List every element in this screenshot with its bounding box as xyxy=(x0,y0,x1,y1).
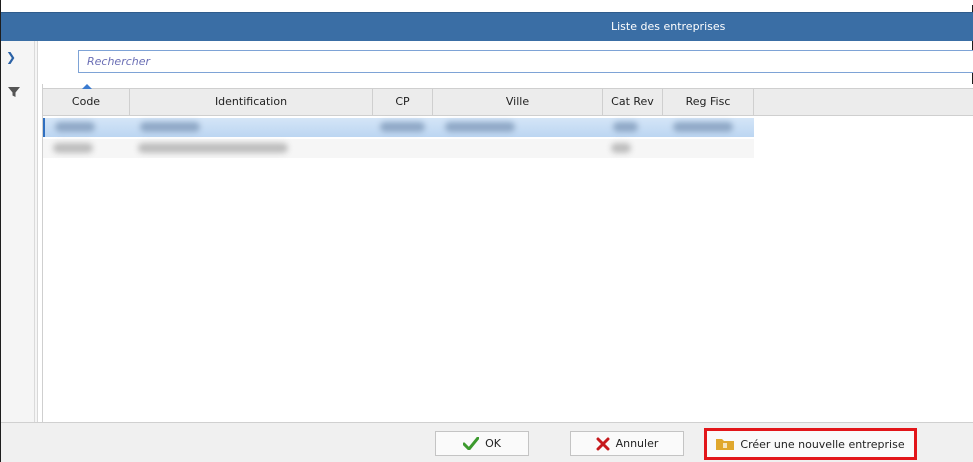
search-input[interactable] xyxy=(78,50,973,73)
table-row[interactable] xyxy=(43,139,754,158)
title-bar: Liste des entreprises xyxy=(1,12,973,41)
column-header-code[interactable]: Code xyxy=(43,84,130,115)
blurred-cell xyxy=(613,122,638,132)
folder-icon xyxy=(716,439,735,450)
cancel-button[interactable]: Annuler xyxy=(570,431,684,456)
ok-button-label: OK xyxy=(485,437,501,450)
blurred-cell xyxy=(55,122,95,132)
window-top-strip xyxy=(1,0,973,5)
window-title: Liste des entreprises xyxy=(611,20,726,33)
blurred-cell xyxy=(138,143,288,153)
cancel-button-label: Annuler xyxy=(615,437,659,450)
blurred-cell xyxy=(140,122,200,132)
column-header-label: Reg Fisc xyxy=(685,95,731,108)
left-rail: ❯ xyxy=(1,41,38,422)
column-header-identification[interactable]: Identification xyxy=(130,89,373,115)
column-header-label: CP xyxy=(395,95,410,108)
grid-header: Code Identification CP Ville Cat Rev Reg… xyxy=(43,84,973,116)
blurred-cell xyxy=(445,122,515,132)
blurred-cell xyxy=(673,122,733,132)
column-header-label: Cat Rev xyxy=(611,95,654,108)
chevron-right-icon[interactable]: ❯ xyxy=(6,50,20,64)
company-list-window: Liste des entreprises ❯ Code Identificat… xyxy=(0,0,973,462)
blurred-cell xyxy=(53,143,93,153)
column-header-cp[interactable]: CP xyxy=(373,89,433,115)
blurred-cell xyxy=(380,122,425,132)
x-icon xyxy=(596,437,610,450)
column-header-ville[interactable]: Ville xyxy=(433,89,603,115)
column-header-reg-fisc[interactable]: Reg Fisc xyxy=(663,89,754,115)
button-bar: OK Annuler Créer une nouvelle entreprise xyxy=(1,422,973,462)
sort-ascending-icon xyxy=(82,84,92,89)
create-company-button[interactable]: Créer une nouvelle entreprise xyxy=(704,428,917,460)
column-header-label: Ville xyxy=(505,95,530,108)
rail-divider xyxy=(34,41,35,422)
company-grid: Code Identification CP Ville Cat Rev Reg… xyxy=(42,84,973,422)
blurred-cell xyxy=(611,143,631,153)
column-header-label: Code xyxy=(71,95,101,108)
check-icon xyxy=(463,437,480,450)
column-header-cat-rev[interactable]: Cat Rev xyxy=(603,89,663,115)
ok-button[interactable]: OK xyxy=(435,431,529,456)
create-company-button-label: Créer une nouvelle entreprise xyxy=(740,437,905,451)
column-header-label: Identification xyxy=(214,95,288,108)
funnel-icon[interactable] xyxy=(7,85,21,99)
table-row-selected[interactable] xyxy=(43,118,754,137)
